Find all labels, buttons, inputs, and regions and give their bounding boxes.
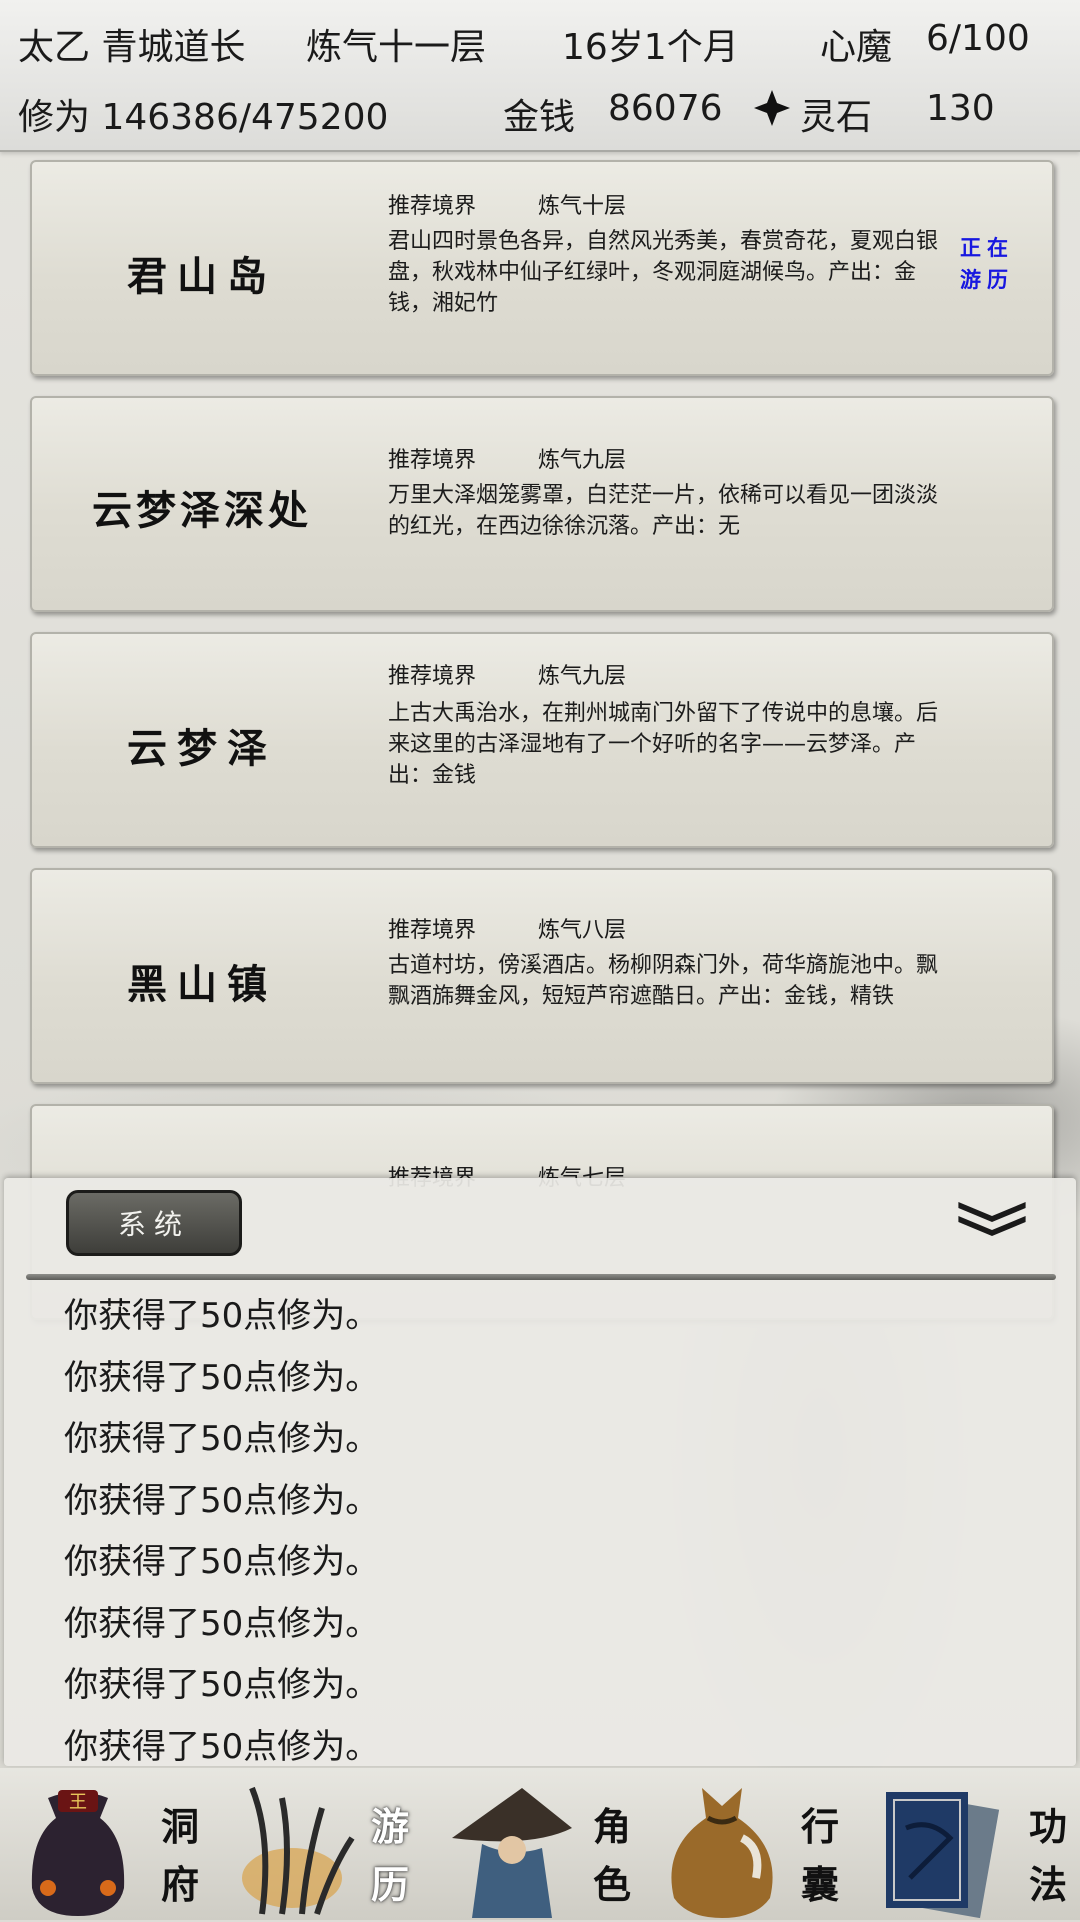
cave-bag-icon: 王: [8, 1778, 148, 1918]
recommended-realm-label: 推荐境界: [388, 664, 477, 689]
recommended-realm-value: 炼气八层: [538, 918, 627, 943]
location-card-heishan-town[interactable]: 黑山镇 推荐境界 炼气八层 古道村坊，傍溪酒店。杨柳阴森门外，荷华旖旎池中。飘飘…: [30, 868, 1054, 1084]
nav-label: 功法: [1028, 1804, 1067, 1907]
nav-youli[interactable]: 游历: [216, 1768, 432, 1920]
log-message: 你获得了50点修为。: [64, 1357, 380, 1398]
status-header: 太乙 青城道长 炼气十一层 16岁1个月 心魔 6/100 修为 146386/…: [0, 0, 1080, 152]
location-card-yunmeng[interactable]: 云梦泽 推荐境界 炼气九层 上古大禹治水，在荆州城南门外留下了传说中的息壤。后来…: [30, 632, 1054, 848]
location-card-junshan-island[interactable]: 君山岛 推荐境界 炼气十层 君山四时景色各异，自然风光秀美，春赏奇花，夏观白银盘…: [30, 160, 1054, 376]
recommended-realm-value: 炼气九层: [538, 664, 627, 689]
log-message: 你获得了50点修为。: [64, 1542, 380, 1582]
spirit-stone-label: 灵石: [800, 97, 873, 138]
location-description: 君山四时景色各异，自然风光秀美，春赏奇花，夏观白银盘，秋戏林中仙子红绿叶，冬观洞…: [388, 229, 939, 316]
spirit-stone-value: 130: [926, 88, 995, 129]
nav-label: 角色: [592, 1804, 631, 1907]
xiuwei-progress: 修为 146386/475200: [18, 97, 389, 138]
nav-label: 洞府: [160, 1804, 199, 1907]
log-divider: [26, 1274, 1056, 1280]
log-message: 你获得了50点修为。: [64, 1603, 380, 1644]
recommended-realm-value: 炼气十层: [538, 194, 627, 219]
pouch-bag-icon: [652, 1778, 792, 1918]
system-log-panel: 系统 你获得了50点修为。 你获得了50点修为。 你获得了50点修为。 你获得了…: [4, 1178, 1076, 1767]
nav-dongfu[interactable]: 王 洞府: [0, 1768, 216, 1920]
scripture-books-icon: [870, 1778, 1010, 1919]
log-message: 你获得了50点修为。: [64, 1665, 380, 1705]
nav-label: 行囊: [800, 1804, 839, 1907]
gold-value: 86076: [608, 88, 723, 129]
recommended-realm-label: 推荐境界: [388, 448, 477, 473]
traveling-status: 正在游历: [960, 235, 1014, 292]
location-description: 上古大禹治水，在荆州城南门外留下了传说中的息壤。后来这里的古泽湿地有了一个好听的…: [388, 701, 939, 788]
nav-xingnang[interactable]: 行囊: [648, 1768, 864, 1920]
location-name: 云梦泽深处: [92, 487, 312, 534]
cultivation-realm: 炼气十一层: [306, 27, 487, 68]
recommended-realm-label: 推荐境界: [388, 194, 477, 219]
nav-gongfa[interactable]: 功法: [864, 1768, 1080, 1920]
log-message: 你获得了50点修为。: [64, 1419, 380, 1459]
location-name: 黑山镇: [127, 961, 277, 1008]
gold-label: 金钱: [503, 97, 576, 138]
nav-label-active: 游历: [370, 1804, 409, 1907]
system-tab[interactable]: 系统: [66, 1190, 242, 1256]
recommended-realm-value: 炼气九层: [538, 448, 627, 473]
location-card-yunmeng-deep[interactable]: 云梦泽深处 推荐境界 炼气九层 万里大泽烟笼雾罩，白茫茫一片，依稀可以看见一团淡…: [30, 396, 1054, 612]
character-name: 太乙 青城道长: [18, 27, 246, 68]
location-description: 万里大泽烟笼雾罩，白茫茫一片，依稀可以看见一团淡淡的红光，在西边徐徐沉落。产出：…: [388, 483, 939, 539]
log-message: 你获得了50点修为。: [64, 1480, 380, 1521]
log-message-list: 你获得了50点修为。 你获得了50点修为。 你获得了50点修为。 你获得了50点…: [64, 1286, 379, 1778]
log-message: 你获得了50点修为。: [64, 1296, 380, 1336]
location-description: 古道村坊，傍溪酒店。杨柳阴森门外，荷华旖旎池中。飘飘酒旆舞金风，短短芦帘遮酷日。…: [388, 953, 939, 1009]
spirit-stone-icon: [752, 88, 792, 135]
nav-jiaose[interactable]: 角色: [432, 1768, 648, 1920]
bottom-navigation: 王 洞府 游历 角色 行囊 功法: [0, 1768, 1080, 1920]
straw-hat-character-icon: [442, 1778, 582, 1918]
location-name: 君山岛: [127, 253, 277, 300]
character-age: 16岁1个月: [562, 27, 739, 68]
reed-brush-icon: [222, 1778, 362, 1918]
location-name: 云梦泽: [127, 725, 277, 772]
xinmo-label: 心魔: [820, 27, 893, 68]
recommended-realm-label: 推荐境界: [388, 918, 477, 943]
chevron-double-down-icon[interactable]: [950, 1198, 1034, 1238]
svg-text:王: 王: [69, 1792, 87, 1813]
xinmo-value: 6/100: [926, 18, 1030, 59]
